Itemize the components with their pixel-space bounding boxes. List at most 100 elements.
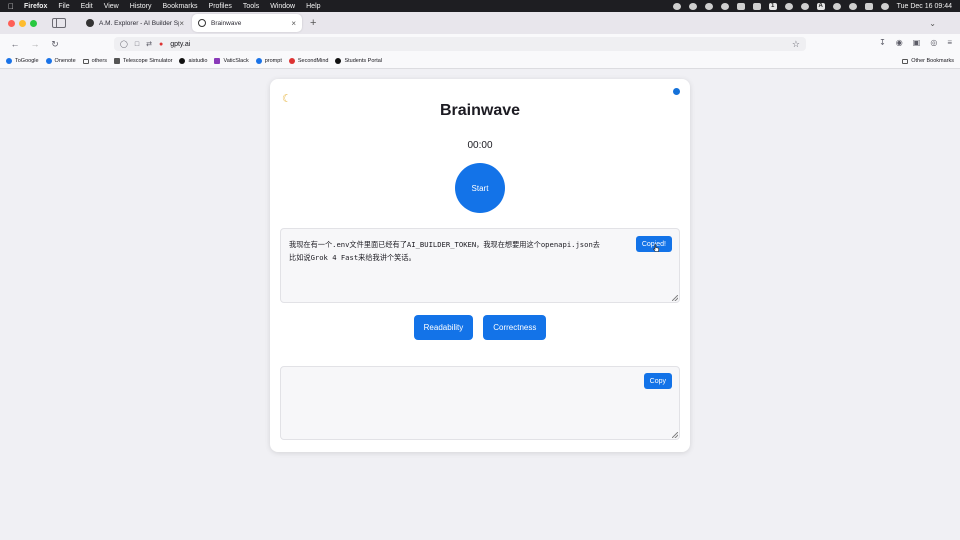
control-center-icon[interactable] (864, 2, 873, 10)
new-tab-icon[interactable]: + (310, 17, 316, 29)
menu-bookmarks[interactable]: Bookmarks (163, 3, 198, 10)
menu-file[interactable]: File (58, 3, 69, 10)
bookmark-label: SecondMind (297, 58, 329, 64)
extensions-icon[interactable]: ▣ (913, 38, 921, 47)
tab-title: Brainwave (211, 19, 242, 27)
sidebar-toggle-icon[interactable] (52, 18, 66, 28)
menu-help[interactable]: Help (306, 3, 320, 10)
bookmark-telescope-simulator[interactable]: Telescope Simulator (113, 58, 173, 64)
resize-handle-icon[interactable] (672, 295, 678, 301)
minimize-window-button[interactable] (19, 19, 26, 27)
copy-result-button[interactable]: Copy (643, 373, 672, 389)
menu-app-name[interactable]: Firefox (24, 3, 47, 10)
bookmarks-bar: ToGoogle Onenote others Telescope Simula… (0, 54, 960, 69)
correctness-button[interactable]: Correctness (483, 315, 547, 340)
tab-brainwave[interactable]: Brainwave × (192, 14, 302, 32)
cloud-icon (45, 58, 52, 64)
globe-icon (198, 19, 206, 27)
microphone-icon[interactable]: ● (159, 41, 163, 48)
list-tabs-icon[interactable]: ⌄ (929, 19, 936, 28)
close-tab-icon[interactable]: × (291, 19, 296, 28)
moon-icon[interactable] (720, 2, 729, 10)
battery-icon[interactable] (736, 2, 745, 10)
screen-icon[interactable] (752, 2, 761, 10)
bookmark-onenote[interactable]: Onenote (45, 58, 76, 64)
reload-icon[interactable]: ↻ (48, 39, 62, 50)
input-method-icon[interactable]: A (816, 2, 825, 10)
tab-title: A.M. Explorer - AI Builder Space (99, 19, 179, 27)
globe-icon (255, 58, 262, 64)
permissions-icon[interactable]: ⇄ (146, 40, 152, 48)
wifi-icon[interactable] (832, 2, 841, 10)
transcript-text[interactable]: 我现在有一个.env文件里面已经有了AI_BUILDER_TOKEN，我现在想要… (289, 238, 671, 264)
brainwave-card: ☾ Brainwave 00:00 Start 我现在有一个.env文件里面已经… (270, 79, 690, 452)
back-icon[interactable]: ← (8, 39, 22, 49)
menu-icon[interactable]: ≡ (947, 38, 952, 47)
tab-strip: A.M. Explorer - AI Builder Space × Brain… (0, 12, 960, 34)
menu-profiles[interactable]: Profiles (209, 3, 232, 10)
start-button[interactable]: Start (455, 163, 505, 213)
recording-timer: 00:00 (467, 140, 493, 151)
zoom-window-button[interactable] (30, 19, 37, 27)
menu-history[interactable]: History (130, 3, 152, 10)
mic-icon[interactable] (672, 2, 681, 10)
menu-edit[interactable]: Edit (81, 3, 93, 10)
transcript-textarea[interactable]: 我现在有一个.env文件里面已经有了AI_BUILDER_TOKEN，我现在想要… (280, 228, 680, 303)
secondmind-icon (288, 58, 295, 64)
url-bar[interactable]: ◯ □ ⇄ ● gpty.ai ☆ (114, 37, 806, 51)
window-controls (0, 19, 52, 27)
bookmark-togoogle[interactable]: ToGoogle (6, 58, 39, 64)
bookmark-aistudio[interactable]: aistudio (179, 58, 207, 64)
shield-icon[interactable]: ◯ (120, 40, 128, 48)
folder-icon (902, 58, 909, 64)
status-area: 1 A Tue Dec 16 09:44 (672, 2, 952, 10)
resize-handle-icon[interactable] (672, 432, 678, 438)
toolbar-right: ↧ ◉ ▣ ◎ ≡ (879, 38, 952, 47)
action-buttons: Readability Correctness (270, 315, 690, 340)
bookmark-label: Other Bookmarks (911, 58, 954, 64)
other-bookmarks[interactable]: Other Bookmarks (902, 58, 954, 64)
close-tab-icon[interactable]: × (179, 19, 184, 28)
record-icon[interactable] (688, 2, 697, 10)
folder-icon (82, 58, 89, 64)
bookmark-label: prompt (264, 58, 282, 64)
profile-icon[interactable]: ◎ (930, 38, 937, 47)
menu-tools[interactable]: Tools (243, 3, 259, 10)
bookmark-label: Telescope Simulator (122, 58, 173, 64)
bookmark-others[interactable]: others (82, 58, 107, 64)
telescope-icon (113, 58, 120, 64)
1password-icon[interactable]: 1 (768, 2, 777, 10)
url-text[interactable]: gpty.ai (170, 41, 190, 48)
readability-button[interactable]: Readability (413, 315, 474, 340)
tab-ai-builder[interactable]: A.M. Explorer - AI Builder Space × (80, 14, 190, 32)
apple-icon[interactable]:  (8, 2, 14, 11)
forward-icon[interactable]: → (28, 39, 42, 49)
macos-menu-bar:  Firefox File Edit View History Bookmar… (0, 0, 960, 12)
page-title: Brainwave (439, 102, 521, 119)
bookmark-vaticslack[interactable]: VaticSlack (214, 58, 249, 64)
bookmark-label: Onenote (54, 58, 76, 64)
slack-icon (214, 58, 221, 64)
menu-view[interactable]: View (104, 3, 119, 10)
wechat-icon[interactable] (784, 2, 793, 10)
bookmark-secondmind[interactable]: SecondMind (288, 58, 329, 64)
close-window-button[interactable] (8, 19, 15, 27)
bookmark-label: VaticSlack (223, 58, 249, 64)
connection-status-dot (673, 88, 680, 95)
result-textarea[interactable]: Copy (280, 366, 680, 440)
clock[interactable]: Tue Dec 16 09:44 (897, 3, 952, 10)
bookmark-prompt[interactable]: prompt (255, 58, 282, 64)
play-icon[interactable] (800, 2, 809, 10)
bookmark-students-portal[interactable]: Students Portal (335, 58, 382, 64)
downloads-icon[interactable]: ↧ (879, 38, 886, 47)
lock-icon[interactable]: □ (135, 41, 139, 48)
bookmark-star-icon[interactable]: ☆ (792, 39, 800, 50)
ai-builder-icon (86, 19, 94, 27)
siri-icon[interactable] (880, 2, 889, 10)
account-icon[interactable]: ◉ (896, 38, 903, 47)
bookmark-label: Students Portal (344, 58, 383, 64)
menu-window[interactable]: Window (270, 3, 295, 10)
half-circle-icon[interactable] (704, 2, 713, 10)
globe-icon (6, 58, 12, 64)
search-icon[interactable] (848, 2, 857, 10)
